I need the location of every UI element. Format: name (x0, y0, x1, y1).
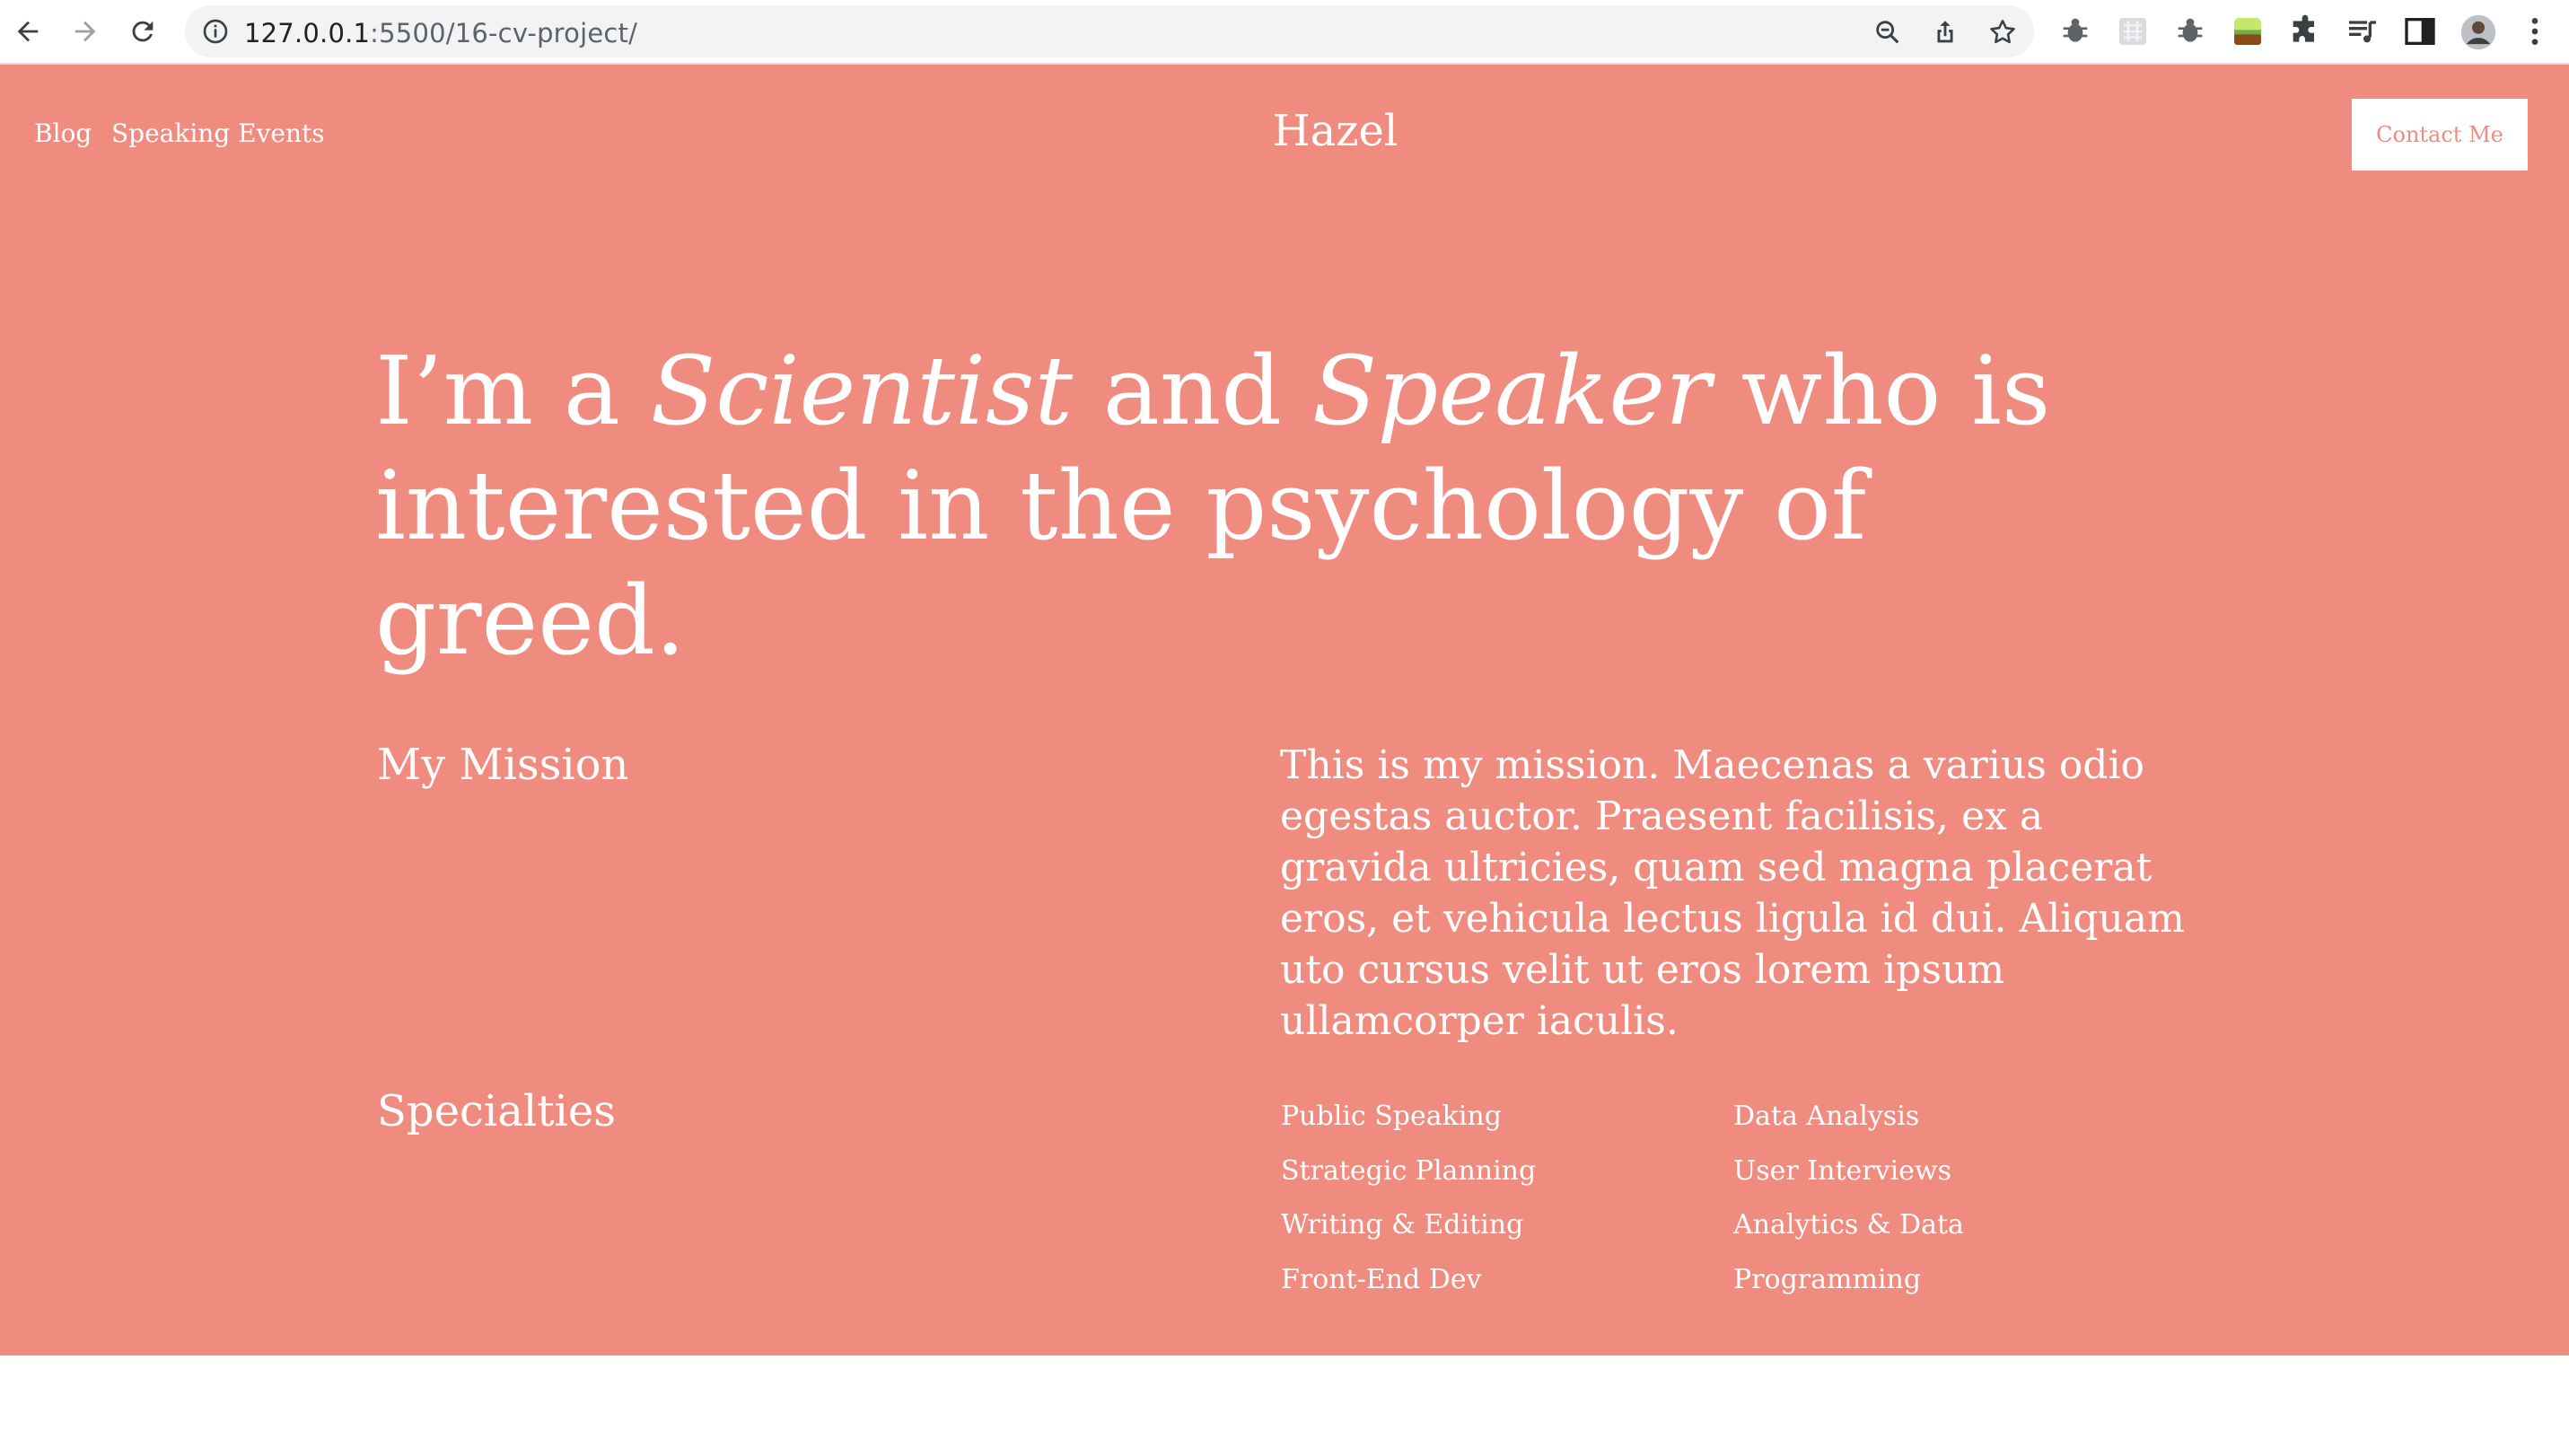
url-path: :5500/16-cv-project/ (370, 18, 638, 48)
bookmark-star-icon[interactable] (1987, 17, 2018, 48)
url-text[interactable]: 127.0.0.1:5500/16-cv-project/ (244, 18, 637, 48)
mission-text: This is my mission. Maecenas a varius od… (1280, 742, 2185, 1044)
contact-me-button[interactable]: Contact Me (2352, 99, 2528, 171)
hero-role-scientist: Scientist (650, 336, 1074, 446)
site-brand[interactable]: Hazel (0, 106, 2569, 156)
specialty-item: Analytics & Data (1733, 1209, 1964, 1241)
bug-extension-icon[interactable] (2057, 13, 2093, 49)
media-queue-icon[interactable] (2345, 13, 2380, 49)
back-arrow-icon[interactable] (9, 13, 47, 50)
browser-toolbar: 127.0.0.1:5500/16-cv-project/ (0, 0, 2569, 65)
grid-extension-icon[interactable] (2115, 13, 2151, 49)
hero-mid: and (1073, 336, 1312, 446)
page-content: Blog Speaking Events Hazel Contact Me I’… (0, 65, 2569, 1355)
specialties-title: Specialties (377, 1086, 616, 1136)
specialty-item: Strategic Planning (1281, 1155, 1537, 1187)
share-icon[interactable] (1930, 17, 1960, 48)
forward-arrow-icon[interactable] (66, 13, 104, 50)
landscape-extension-icon[interactable] (2230, 13, 2266, 49)
side-panel-icon[interactable] (2402, 13, 2438, 49)
specialty-item: Data Analysis (1733, 1101, 1920, 1132)
hero-headline: I’m a Scientist and Speaker who is inter… (375, 334, 2170, 679)
specialty-item: Programming (1733, 1264, 1922, 1295)
profile-avatar-icon[interactable] (2459, 13, 2496, 50)
specialty-item: Front-End Dev (1281, 1264, 1482, 1295)
hero-role-speaker: Speaker (1311, 336, 1711, 446)
mission-title: My Mission (377, 740, 629, 790)
puzzle-extensions-icon[interactable] (2287, 13, 2323, 49)
specialty-item: Writing & Editing (1281, 1209, 1524, 1241)
bug-extension-icon[interactable] (2172, 13, 2208, 49)
specialty-item: User Interviews (1733, 1155, 1952, 1187)
zoom-icon[interactable] (1872, 17, 1903, 48)
reload-icon[interactable] (124, 13, 162, 50)
address-bar[interactable]: 127.0.0.1:5500/16-cv-project/ (185, 5, 2034, 57)
hero-prefix: I’m a (375, 336, 651, 446)
info-icon[interactable] (201, 17, 230, 46)
url-host: 127.0.0.1 (244, 18, 371, 48)
more-menu-icon[interactable] (2517, 13, 2553, 49)
specialty-item: Public Speaking (1281, 1101, 1502, 1132)
